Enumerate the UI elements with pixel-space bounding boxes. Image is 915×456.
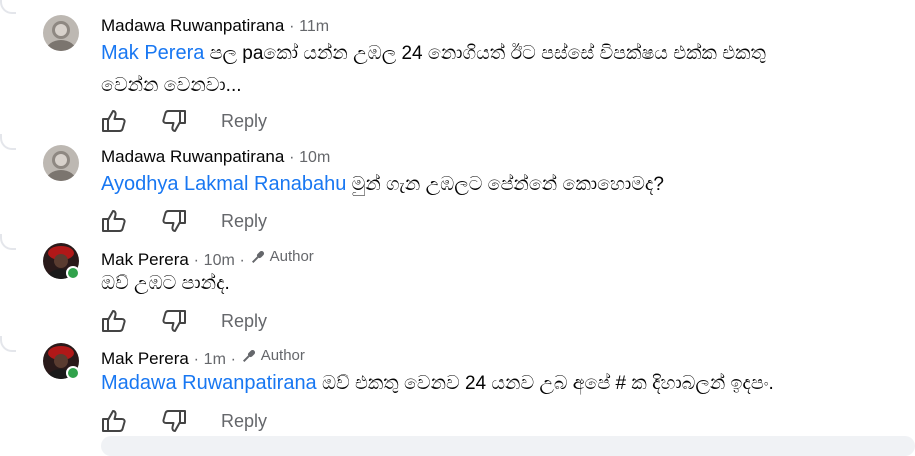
reply-button[interactable]: Reply xyxy=(221,111,267,132)
thread-connector xyxy=(0,336,16,352)
mention-link[interactable]: Ayodhya Lakmal Ranabahu xyxy=(101,173,346,195)
meta-separator: · xyxy=(193,252,199,269)
thumbs-up-icon[interactable] xyxy=(101,208,127,234)
thumbs-down-icon[interactable] xyxy=(161,208,187,234)
online-status-indicator xyxy=(66,266,80,280)
author-badge: Author xyxy=(241,346,305,366)
comment-text: Ayodhya Lakmal Ranabahu මුන් ගැන උඹලට පේ… xyxy=(101,168,881,201)
comment-body: පල paකෝ යන්න උඹල 24 නොගියත් ඊට පස්සේ විප… xyxy=(204,43,766,64)
comment-meta: Madawa Ruwanpatirana · 11m xyxy=(101,16,329,37)
comment-actions: Reply xyxy=(101,107,267,135)
avatar[interactable] xyxy=(43,145,79,181)
author-name[interactable]: Madawa Ruwanpatirana xyxy=(101,147,284,166)
thread-connector xyxy=(0,234,16,250)
thread-connector xyxy=(0,134,16,150)
comment-actions: Reply xyxy=(101,307,267,335)
author-badge: Author xyxy=(250,247,314,267)
meta-separator: · xyxy=(230,351,236,368)
author-name[interactable]: Mak Perera xyxy=(101,349,189,368)
comment-text: ඔව් උඹට පාන්ද. xyxy=(101,268,881,300)
comment-text: Mak Perera පල paකෝ යන්න උඹල 24 නොගියත් ඊ… xyxy=(101,37,881,102)
thread-connector xyxy=(0,0,16,14)
comment-actions: Reply xyxy=(101,407,267,435)
thumbs-down-icon[interactable] xyxy=(161,108,187,134)
comment-meta: Madawa Ruwanpatirana · 10m xyxy=(101,147,330,168)
thumbs-down-icon[interactable] xyxy=(161,308,187,334)
comment-body-continued: වෙන්න වෙනවා... xyxy=(101,75,242,96)
comment-text: Madawa Ruwanpatirana ඔව් එකතු වෙනව 24 යන… xyxy=(101,367,881,400)
thumbs-up-icon[interactable] xyxy=(101,308,127,334)
meta-separator: · xyxy=(289,149,295,166)
avatar[interactable] xyxy=(43,243,80,280)
author-name[interactable]: Madawa Ruwanpatirana xyxy=(101,16,284,35)
comment-actions: Reply xyxy=(101,207,267,235)
meta-separator: · xyxy=(193,351,199,368)
comment-time[interactable]: 11m xyxy=(299,18,329,35)
avatar[interactable] xyxy=(43,15,79,51)
meta-separator: · xyxy=(239,252,245,269)
comment-body: ඔව් එකතු වෙනව 24 යනව උබ අපේ # ක දිහාබලන්… xyxy=(316,373,774,394)
avatar[interactable] xyxy=(43,343,80,380)
reply-button[interactable]: Reply xyxy=(221,211,267,232)
comment-time[interactable]: 10m xyxy=(204,252,235,269)
comment-body: ඔව් උඹට පාන්ද. xyxy=(101,273,230,294)
thumbs-up-icon[interactable] xyxy=(101,108,127,134)
reply-button[interactable]: Reply xyxy=(221,311,267,332)
microphone-icon xyxy=(251,250,264,264)
comment-time[interactable]: 1m xyxy=(204,351,226,368)
mention-link[interactable]: Madawa Ruwanpatirana xyxy=(101,372,317,394)
author-badge-label: Author xyxy=(269,248,314,265)
microphone-icon xyxy=(242,349,255,363)
comment-time[interactable]: 10m xyxy=(299,149,330,166)
online-status-indicator xyxy=(66,366,80,380)
reply-button[interactable]: Reply xyxy=(221,411,267,432)
thumbs-up-icon[interactable] xyxy=(101,408,127,434)
mention-link[interactable]: Mak Perera xyxy=(101,42,204,64)
write-reply-input[interactable] xyxy=(101,436,915,456)
meta-separator: · xyxy=(289,18,295,35)
author-name[interactable]: Mak Perera xyxy=(101,250,189,269)
author-badge-label: Author xyxy=(260,347,305,364)
thumbs-down-icon[interactable] xyxy=(161,408,187,434)
comment-body: මුන් ගැන උඹලට පේන්නේ කොහොමද? xyxy=(346,174,664,195)
